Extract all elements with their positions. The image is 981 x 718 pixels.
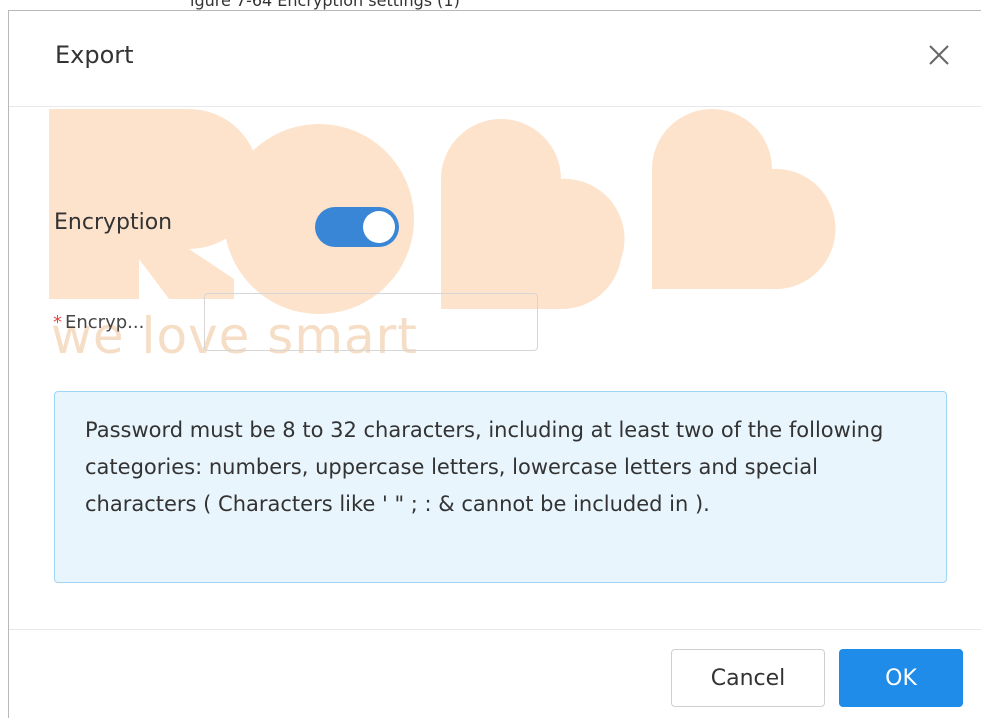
export-dialog: Export we love smart Encryption * Encryp… — [8, 10, 981, 718]
dialog-header: Export — [9, 11, 981, 107]
password-hint-text: Password must be 8 to 32 characters, inc… — [85, 418, 884, 516]
page: igure 7-64 Encryption settings (1) Expor… — [0, 0, 981, 718]
encryption-label: Encryption — [54, 210, 173, 235]
dialog-footer-divider — [9, 629, 981, 630]
password-label-text: Encryp... — [65, 312, 145, 333]
close-icon[interactable] — [925, 41, 953, 69]
password-input[interactable] — [204, 293, 538, 351]
encryption-toggle[interactable] — [315, 207, 399, 247]
figure-caption: igure 7-64 Encryption settings (1) — [190, 0, 460, 10]
close-icon-glyph — [929, 45, 949, 65]
cancel-button[interactable]: Cancel — [671, 649, 825, 707]
password-hint-box: Password must be 8 to 32 characters, inc… — [54, 391, 947, 583]
required-mark: * — [53, 312, 62, 333]
toggle-knob — [363, 211, 395, 243]
dialog-title: Export — [55, 41, 134, 69]
password-label: * Encryp... — [53, 312, 144, 333]
ok-button[interactable]: OK — [839, 649, 963, 707]
